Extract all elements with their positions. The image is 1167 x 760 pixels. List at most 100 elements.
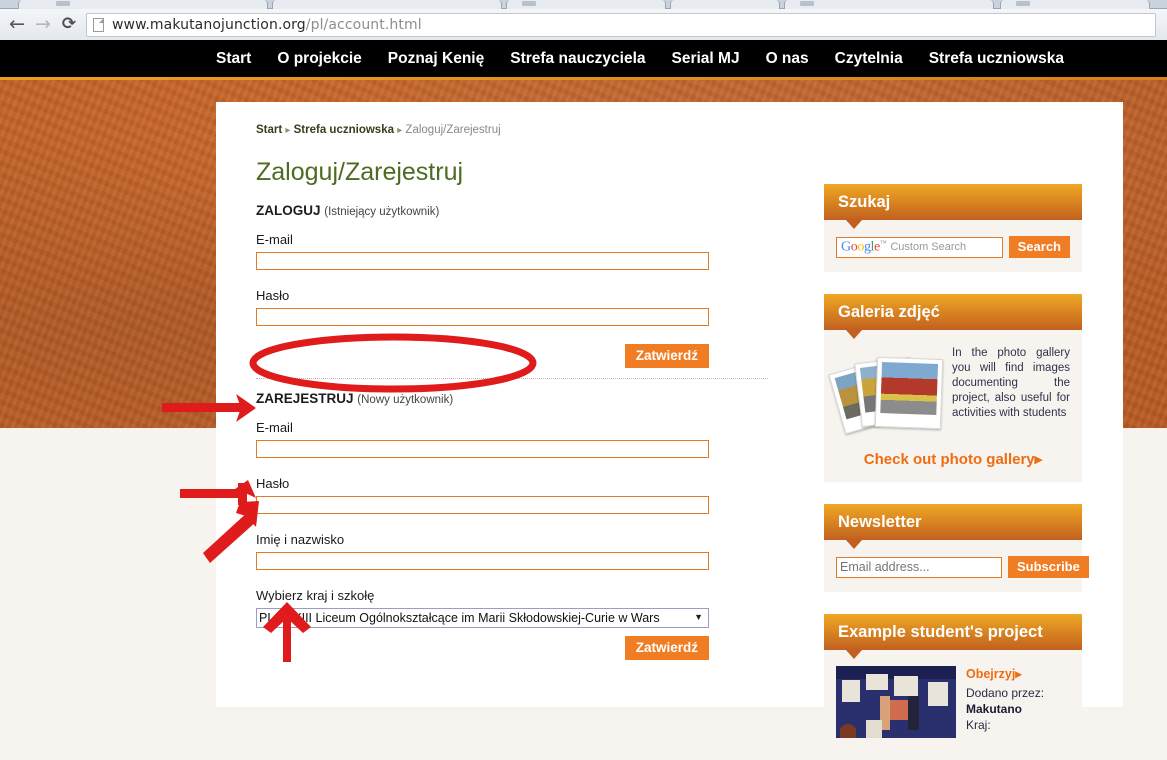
widget-newsletter-body: Subscribe	[824, 540, 1089, 592]
nav-accent-rule	[0, 77, 1167, 80]
student-project-country-label: Kraj:	[966, 718, 991, 732]
login-heading-note: (Istniejący użytkownik)	[324, 206, 440, 218]
register-password-label: Hasło	[256, 476, 290, 491]
polaroid-photo	[874, 356, 944, 430]
register-name-input[interactable]	[256, 552, 709, 570]
chevron-right-icon: ▸	[1015, 667, 1022, 681]
search-placeholder: Custom Search	[890, 241, 967, 253]
photo-stack-icon	[828, 350, 944, 435]
widget-gallery-title: Galeria zdjęć	[824, 294, 1082, 330]
address-bar[interactable]: www.makutanojunction.org/pl/account.html	[86, 13, 1156, 37]
back-arrow-icon[interactable]: ←	[6, 14, 28, 34]
register-school-select[interactable]: PL - XXIII Liceum Ogólnokształcące im Ma…	[256, 608, 709, 628]
address-bar-url: www.makutanojunction.org/pl/account.html	[112, 17, 422, 33]
nav-item-o-nas[interactable]: O nas	[766, 50, 809, 68]
nav-item-o-projekcie[interactable]: O projekcie	[277, 50, 361, 68]
login-submit-button[interactable]: Zatwierdź	[624, 344, 709, 368]
login-section-heading: ZALOGUJ (Istniejący użytkownik)	[256, 203, 776, 218]
web-page: Start O projekcie Poznaj Kenię Strefa na…	[0, 40, 1167, 738]
widget-newsletter: Newsletter Subscribe	[824, 504, 1089, 592]
widget-beak-icon	[846, 650, 862, 659]
student-project-meta: Obejrzyj▸ Dodano przez: Makutano Kraj:	[966, 666, 1044, 738]
main-content: Start ▸ Strefa uczniowska ▸ Zaloguj/Zare…	[256, 124, 776, 666]
newsletter-subscribe-button[interactable]: Subscribe	[1008, 556, 1089, 578]
tab-favicon-icon	[1016, 1, 1030, 6]
widget-search-title: Szukaj	[824, 184, 1082, 220]
student-project-link[interactable]: Obejrzyj▸	[966, 666, 1044, 682]
section-divider	[256, 378, 768, 379]
tab-favicon-icon	[522, 1, 536, 6]
trademark-icon: ™	[879, 238, 887, 247]
register-heading-note: (Nowy użytkownik)	[357, 394, 454, 406]
breadcrumb-item-current: Zaloguj/Zarejestruj	[405, 124, 501, 136]
widget-search: Szukaj Google™ Custom Search Search	[824, 184, 1082, 272]
nav-items: Start O projekcie Poznaj Kenię Strefa na…	[216, 40, 1064, 77]
widget-beak-icon	[846, 220, 862, 229]
page-title: Zaloguj/Zarejestruj	[256, 158, 464, 186]
url-host: www.makutanojunction.org	[112, 17, 306, 33]
polaroid-image	[880, 362, 939, 415]
widget-student-project-body: Obejrzyj▸ Dodano przez: Makutano Kraj:	[824, 650, 1082, 738]
breadcrumb-item-strefa-uczniowska[interactable]: Strefa uczniowska	[294, 124, 394, 136]
nav-item-start[interactable]: Start	[216, 50, 251, 68]
url-path: /pl/account.html	[305, 17, 422, 33]
site-main-nav[interactable]: Start O projekcie Poznaj Kenię Strefa na…	[0, 40, 1167, 77]
google-logo: Google™	[841, 238, 887, 255]
forward-arrow-icon[interactable]: →	[32, 14, 54, 34]
nav-item-strefa-uczniowska[interactable]: Strefa uczniowska	[929, 50, 1064, 68]
register-submit-row: Zatwierdź	[256, 636, 709, 660]
gallery-link-label: Check out photo gallery	[863, 451, 1035, 468]
nav-item-czytelnia[interactable]: Czytelnia	[835, 50, 903, 68]
register-name-label: Imię i nazwisko	[256, 532, 345, 547]
login-email-input[interactable]	[256, 252, 709, 270]
widget-student-project-title: Example student's project	[824, 614, 1082, 650]
widget-gallery-body: In the photo gallery you will find image…	[824, 330, 1082, 482]
register-email-label: E-mail	[256, 420, 293, 435]
breadcrumb: Start ▸ Strefa uczniowska ▸ Zaloguj/Zare…	[256, 124, 776, 136]
search-row: Google™ Custom Search Search	[836, 236, 1070, 258]
nav-item-strefa-nauczyciela[interactable]: Strefa nauczyciela	[510, 50, 645, 68]
nav-item-poznaj-kenie[interactable]: Poznaj Kenię	[388, 50, 484, 68]
student-project-added-by-value: Makutano	[966, 702, 1023, 716]
register-submit-button[interactable]: Zatwierdź	[624, 636, 709, 660]
browser-tab[interactable]	[272, 0, 502, 9]
widget-beak-icon	[846, 540, 862, 549]
login-email-label: E-mail	[256, 232, 293, 247]
tab-favicon-icon	[56, 1, 70, 6]
chevron-right-icon: ▸	[1034, 451, 1043, 468]
widget-beak-icon	[846, 330, 862, 339]
breadcrumb-separator-icon: ▸	[285, 125, 291, 136]
sidebar: Szukaj Google™ Custom Search Search Gale…	[824, 184, 1089, 760]
browser-tab[interactable]	[670, 0, 780, 9]
login-password-input[interactable]	[256, 308, 709, 326]
newsletter-email-input[interactable]	[836, 556, 1002, 578]
student-project-thumbnail[interactable]	[836, 666, 956, 738]
gallery-link[interactable]: Check out photo gallery▸	[836, 450, 1070, 468]
gallery-description: In the photo gallery you will find image…	[952, 347, 1070, 419]
breadcrumb-separator-icon: ▸	[397, 125, 403, 136]
register-heading-text: ZAREJESTRUJ	[256, 391, 354, 406]
gallery-row: In the photo gallery you will find image…	[828, 346, 1070, 435]
search-button[interactable]: Search	[1008, 236, 1070, 258]
tab-favicon-icon	[800, 1, 814, 6]
student-project-added-by-label: Dodano przez:	[966, 686, 1045, 700]
register-email-input[interactable]	[256, 440, 709, 458]
register-school-select-wrapper: PL - XXIII Liceum Ogólnokształcące im Ma…	[256, 608, 709, 628]
nav-item-serial-mj[interactable]: Serial MJ	[672, 50, 740, 68]
breadcrumb-item-start[interactable]: Start	[256, 124, 282, 136]
browser-tabstrip[interactable]	[0, 0, 1167, 9]
widget-student-project: Example student's project Obejrzyj▸ Doda…	[824, 614, 1082, 738]
reload-icon[interactable]: ⟳	[58, 14, 80, 34]
newsletter-row: Subscribe	[836, 556, 1089, 578]
search-input[interactable]: Google™ Custom Search	[836, 236, 1003, 258]
widget-gallery: Galeria zdjęć In the photo gallery you w…	[824, 294, 1082, 482]
register-school-label: Wybierz kraj i szkołę	[256, 588, 375, 603]
page-document-icon	[93, 18, 104, 32]
login-password-label: Hasło	[256, 288, 290, 303]
widget-newsletter-title: Newsletter	[824, 504, 1082, 540]
register-password-input[interactable]	[256, 496, 709, 514]
browser-tab[interactable]	[784, 0, 994, 9]
browser-chrome: ← → ⟳ www.makutanojunction.org/pl/accoun…	[0, 0, 1167, 40]
page-container: Start ▸ Strefa uczniowska ▸ Zaloguj/Zare…	[216, 102, 1123, 738]
student-project-link-label: Obejrzyj	[966, 667, 1016, 681]
